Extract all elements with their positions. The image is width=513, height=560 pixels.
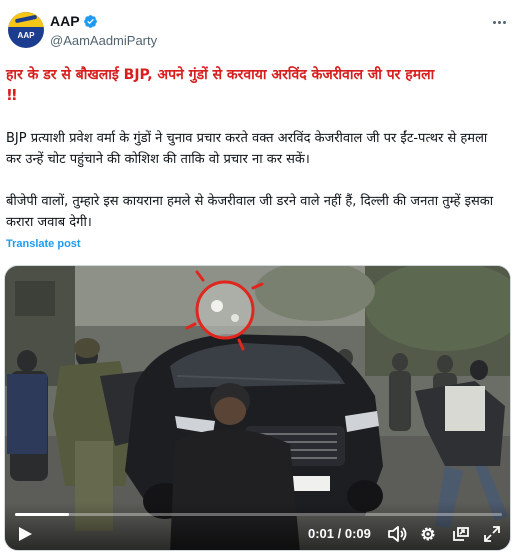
author-name-row: AAP — [50, 13, 98, 29]
video-time: 0:01 / 0:09 — [308, 526, 371, 541]
video-progress-fill — [15, 513, 70, 516]
video-player[interactable]: 0:01 / 0:09 — [4, 265, 511, 551]
author-handle[interactable]: @AamAadmiParty — [50, 33, 157, 48]
post-paragraph-2: बीजेपी वालों, तुम्हारे इस कायराना हमले स… — [6, 194, 494, 230]
verified-badge-icon — [83, 14, 97, 28]
translate-post-link[interactable]: Translate post — [6, 238, 81, 250]
settings-gear-icon[interactable] — [419, 525, 437, 543]
post-headline: हार के डर से बौखलाई BJP, अपने गुंडों से … — [6, 67, 435, 83]
post-paragraph-1: BJP प्रत्याशी प्रवेश वर्मा के गुंडों ने … — [6, 131, 488, 167]
double-exclamation-emoji: !! — [6, 86, 18, 104]
fullscreen-icon[interactable] — [483, 525, 501, 543]
avatar-logo-text: AAP — [17, 31, 35, 40]
post-header: AAP AAP @AamAadmiParty — [0, 0, 513, 56]
volume-icon[interactable] — [387, 525, 407, 543]
video-controls: 0:01 / 0:09 — [5, 502, 510, 550]
more-horizontal-icon[interactable] — [490, 13, 508, 31]
avatar[interactable]: AAP — [8, 12, 44, 48]
author-display-name[interactable]: AAP — [50, 13, 80, 29]
picture-in-picture-icon[interactable] — [452, 525, 470, 543]
video-progress-track[interactable] — [15, 513, 502, 516]
play-icon[interactable] — [17, 526, 33, 542]
